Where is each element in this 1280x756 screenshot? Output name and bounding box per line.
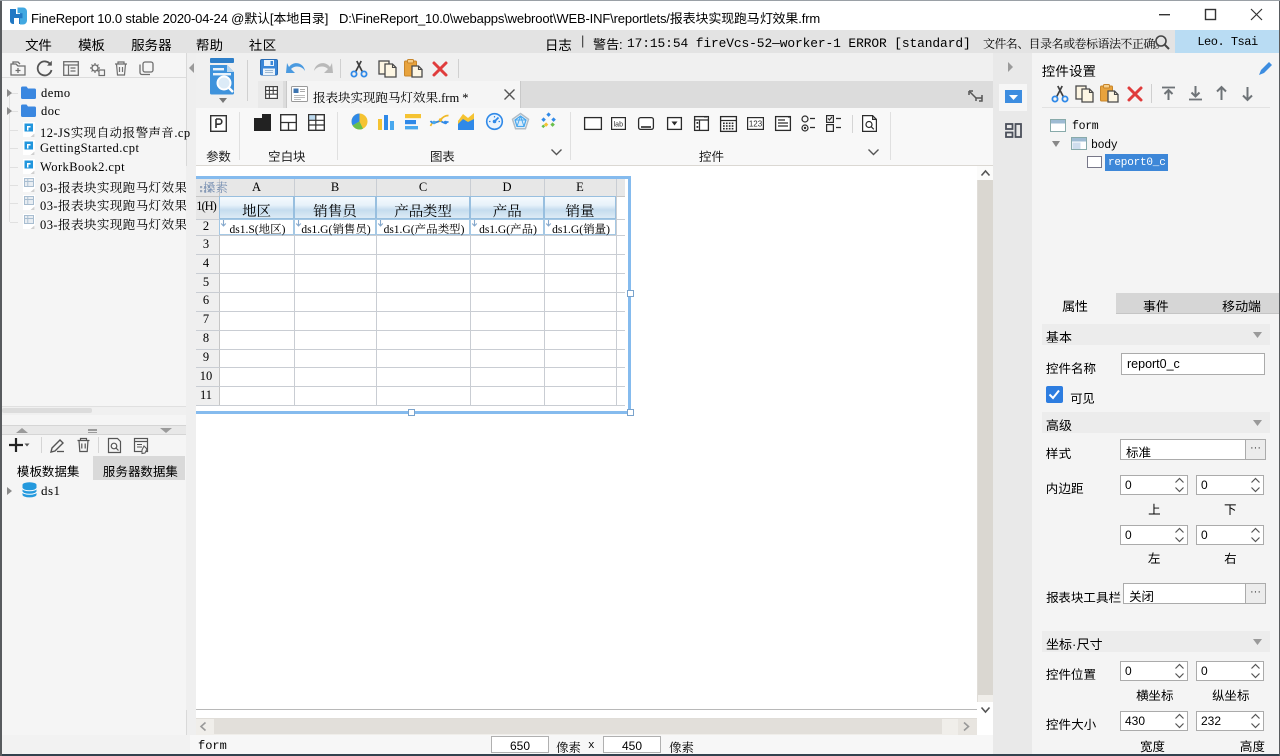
svg-text:123: 123 xyxy=(749,120,763,129)
svg-text:lab: lab xyxy=(614,122,623,129)
